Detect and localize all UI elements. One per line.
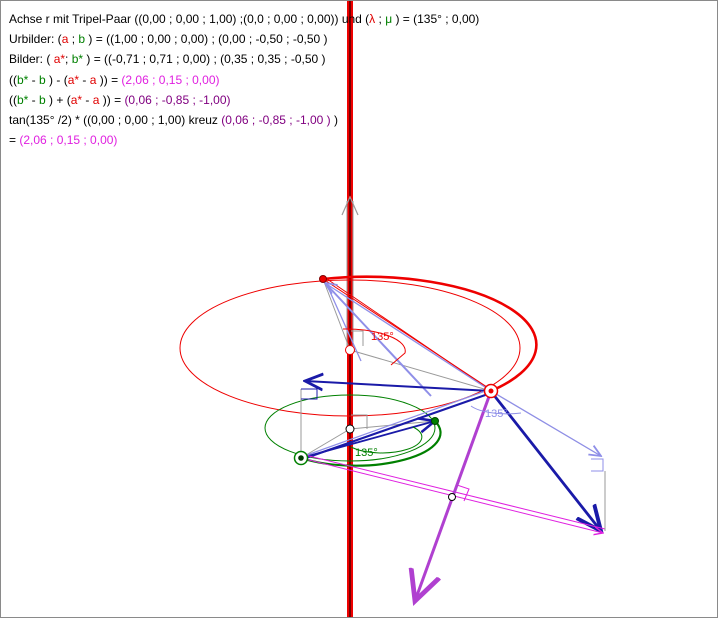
tan-result: (2,06 ; 0,15 ; 0,00): [19, 133, 118, 148]
b-star-term: b*: [17, 72, 29, 87]
point-a-star[interactable]: [319, 275, 327, 283]
minus: -: [82, 92, 93, 107]
light-blue-vector: [326, 284, 362, 362]
b-term: b: [39, 92, 46, 107]
drawing-canvas[interactable]: Achse r mit Tripel-Paar ((0,00 ; 0,00 ; …: [0, 0, 718, 618]
bilder-values: ) = ((-0,71 ; 0,71 ; 0,00) ; (0,35 ; 0,3…: [83, 52, 326, 67]
paren: ((: [9, 72, 17, 87]
info-line-tan: tan(135° /2) * ((0,00 ; 0,00 ; 1,00) kre…: [9, 110, 479, 130]
plus: ) + (: [45, 92, 71, 107]
vector-a-star-label: a*: [53, 52, 66, 67]
difference-result: (2,06 ; 0,15 ; 0,00): [121, 72, 220, 87]
dark-blue-vector: [306, 388, 492, 456]
construction-line: [300, 428, 351, 459]
b-star-term: b*: [17, 92, 29, 107]
info-panel: Achse r mit Tripel-Paar ((0,00 ; 0,00 ; …: [9, 9, 479, 150]
urbilder-label: Urbilder: (: [9, 32, 62, 47]
separator: ;: [375, 12, 386, 26]
cross-vector: (0,06 ; -0,85 ; -1,00 ): [221, 112, 331, 127]
equals: =: [9, 133, 20, 148]
paren: ((: [9, 92, 17, 107]
sum-result: (0,06 ; -0,85 ; -1,00): [124, 92, 231, 107]
info-line-sum: ((b* - b ) + (a* - a )) = (0,06 ; -0,85 …: [9, 90, 479, 110]
info-line-bilder: Bilder: ( a*; b* ) = ((-0,71 ; 0,71 ; 0,…: [9, 49, 479, 69]
equals: )) =: [99, 92, 125, 107]
axis-text-suffix: ) = (135° ; 0,00): [392, 12, 480, 26]
axis-text: Achse r mit Tripel-Paar ((0,00 ; 0,00 ; …: [9, 12, 370, 26]
point-b-center: [298, 455, 304, 461]
magenta-foot-point[interactable]: [448, 493, 456, 501]
minus: -: [28, 92, 40, 107]
a-star-term: a*: [67, 72, 80, 87]
right-angle-mark: [591, 458, 604, 472]
minus: -: [28, 72, 40, 87]
point-b-star[interactable]: [431, 417, 439, 425]
axis-point-lower[interactable]: [345, 424, 355, 434]
minus: ) - (: [45, 72, 68, 87]
point-a-center: [488, 388, 494, 394]
paren: ): [330, 112, 338, 127]
separator: ;: [68, 32, 79, 47]
a-star-term: a*: [70, 92, 83, 107]
urbilder-values: ) = ((1,00 ; 0,00 ; 0,00) ; (0,00 ; -0,5…: [85, 32, 328, 47]
angle-label-b: 135°: [355, 447, 378, 459]
b-term: b: [39, 72, 46, 87]
bilder-label: Bilder: (: [9, 52, 54, 67]
info-line-result: = (2,06 ; 0,15 ; 0,00): [9, 130, 479, 150]
separator: ;: [65, 52, 72, 67]
info-line-axis: Achse r mit Tripel-Paar ((0,00 ; 0,00 ; …: [9, 9, 479, 29]
vector-b-star-label: b*: [71, 52, 84, 67]
dark-blue-vector: [491, 393, 601, 531]
info-line-urbilder: Urbilder: (a ; b ) = ((1,00 ; 0,00 ; 0,0…: [9, 29, 479, 49]
light-blue-vector: [490, 390, 601, 456]
tan-expression: tan(135° /2) * ((0,00 ; 0,00 ; 1,00) kre…: [9, 112, 222, 127]
info-line-difference: ((b* - b ) - (a* - a )) = (2,06 ; 0,15 ;…: [9, 70, 479, 90]
minus: -: [79, 72, 90, 87]
construction-line: [322, 278, 351, 351]
a-orbit-arc: [322, 275, 538, 393]
angle-label-a: 135°: [371, 331, 394, 343]
angle-label-c: 135°: [485, 408, 508, 420]
equals: )) =: [96, 72, 122, 87]
axis-point-upper[interactable]: [345, 345, 355, 355]
